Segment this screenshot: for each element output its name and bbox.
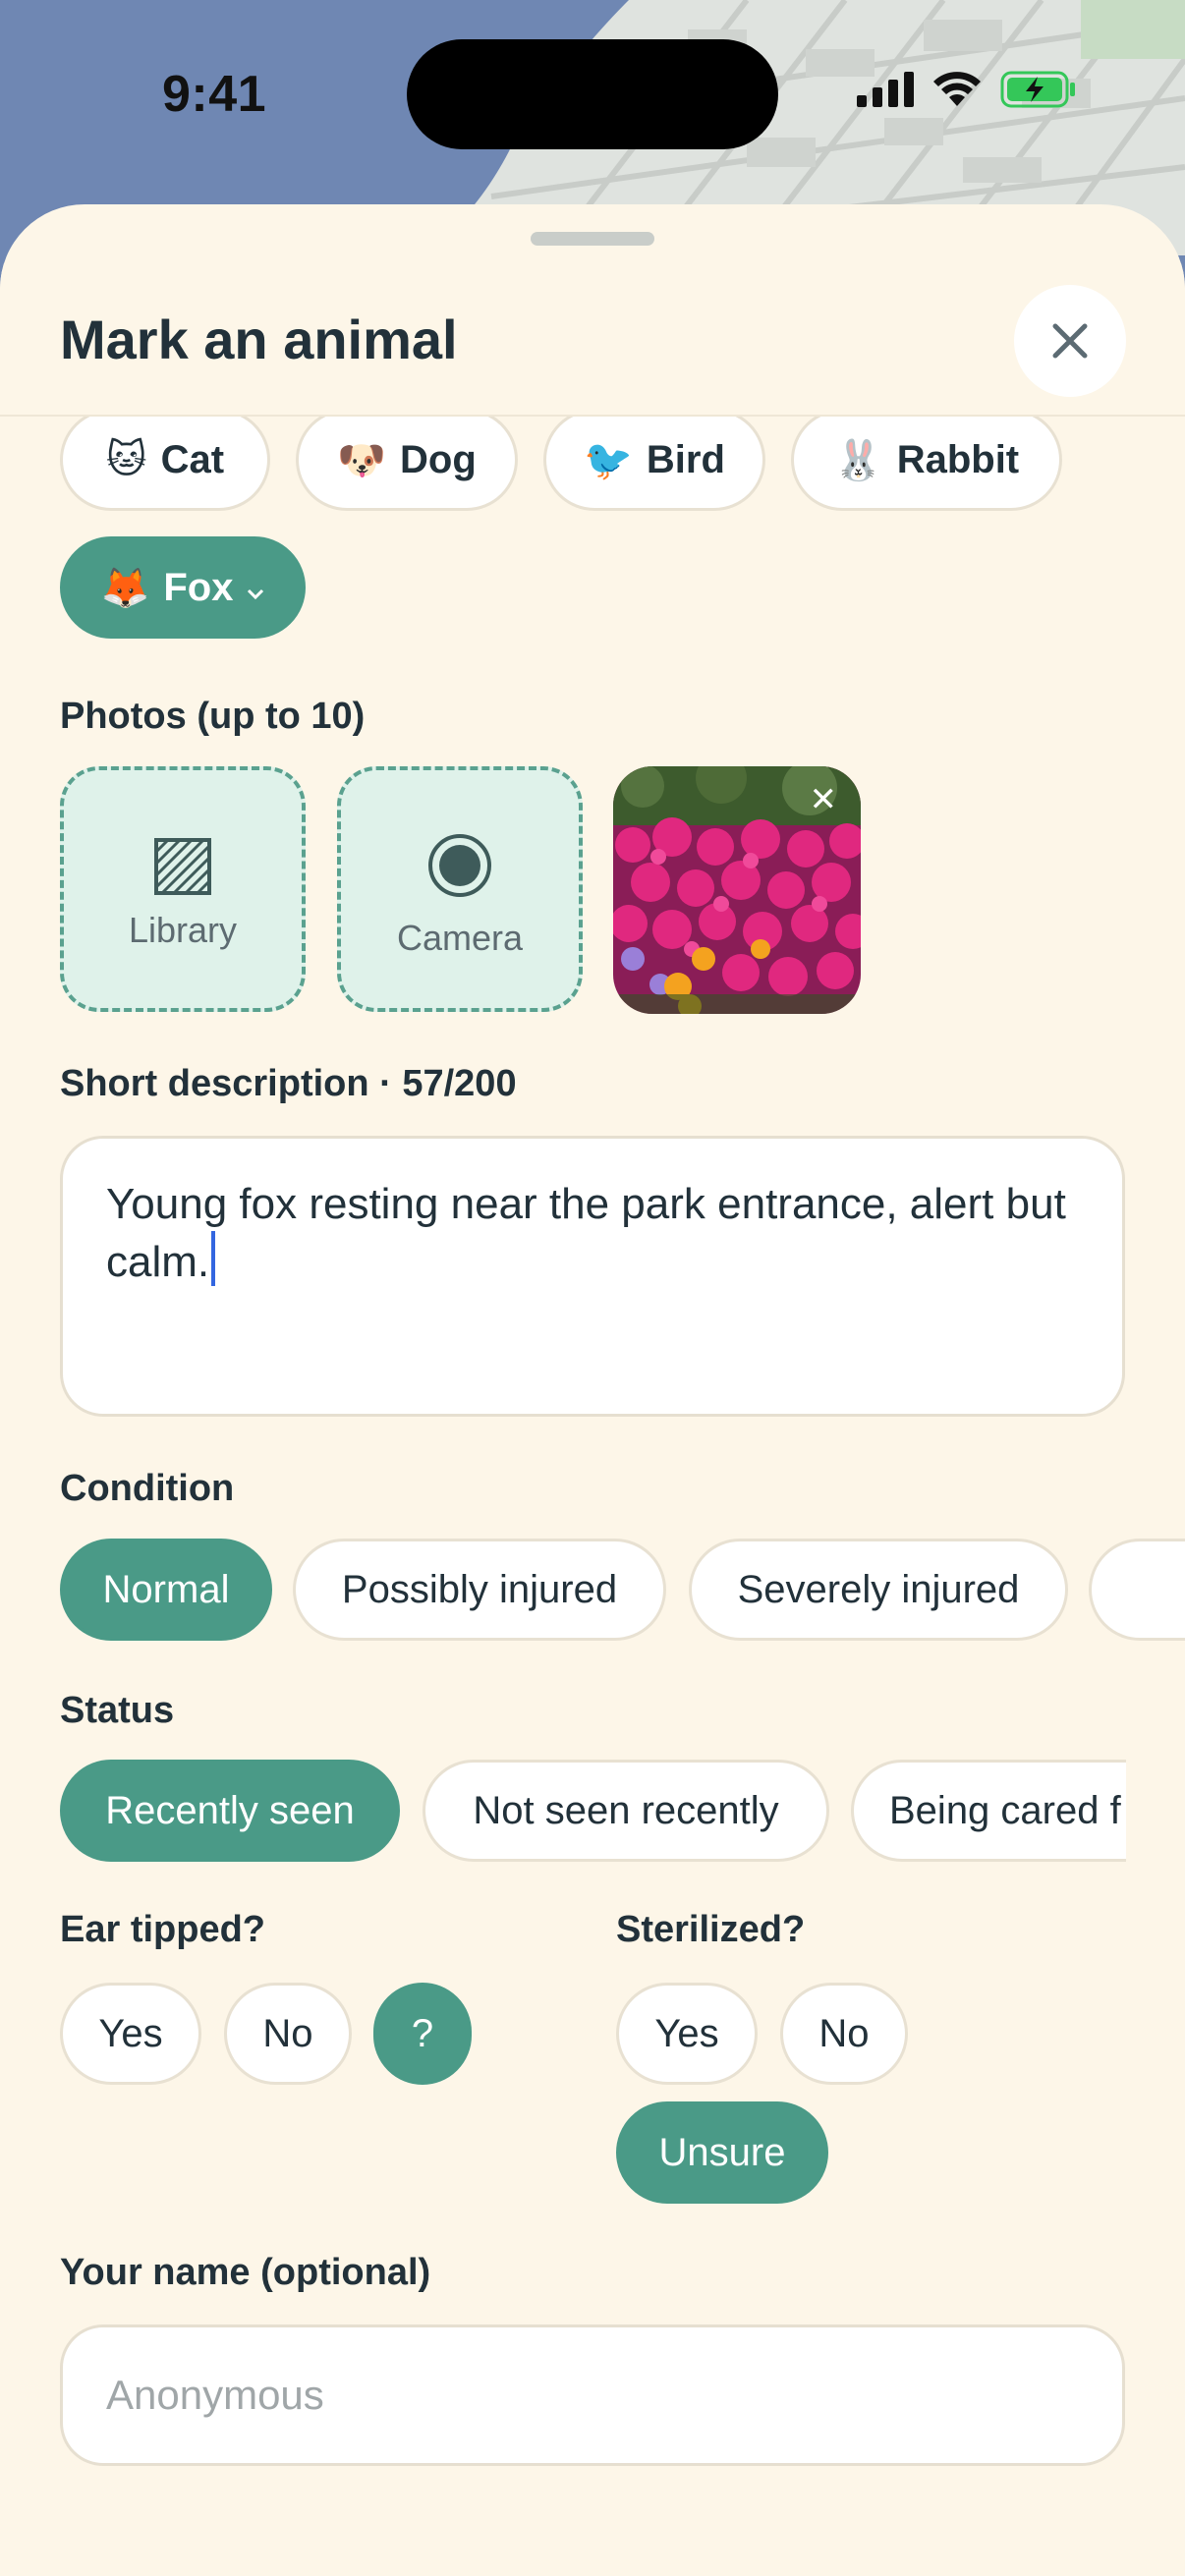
sterilized-label: Sterilized? bbox=[616, 1909, 806, 1950]
cat-icon: 🐱 bbox=[105, 437, 147, 482]
status-row-clip bbox=[1126, 1747, 1185, 1884]
description-label: Short description · 57/200 bbox=[60, 1063, 517, 1104]
photo-library-icon bbox=[154, 838, 211, 895]
ear-tipped-no[interactable]: No bbox=[224, 1983, 352, 2085]
close-button[interactable] bbox=[1014, 285, 1126, 397]
page-title: Mark an animal bbox=[60, 308, 458, 370]
animal-chip-label: Cat bbox=[160, 437, 225, 481]
sheet-grabber[interactable] bbox=[531, 232, 654, 246]
status-time: 9:41 bbox=[162, 66, 267, 123]
status-bar: 9:41 bbox=[0, 0, 1185, 196]
photos-label: Photos (up to 10) bbox=[60, 696, 366, 737]
status-option-recently-seen[interactable]: Recently seen bbox=[60, 1760, 400, 1862]
camera-label: Camera bbox=[396, 918, 524, 958]
ear-tipped-label: Ear tipped? bbox=[60, 1909, 266, 1950]
name-input[interactable]: Anonymous bbox=[60, 2324, 1125, 2466]
camera-button[interactable]: Camera bbox=[337, 766, 583, 1012]
condition-option-normal[interactable]: Normal bbox=[60, 1539, 272, 1641]
status-option-not-seen-recently[interactable]: Not seen recently bbox=[423, 1760, 829, 1862]
battery-charging-icon bbox=[1000, 71, 1075, 108]
wifi-icon bbox=[933, 72, 981, 106]
bird-icon: 🐦 bbox=[584, 437, 633, 483]
sterilized-unsure[interactable]: Unsure bbox=[616, 2101, 828, 2204]
animal-chip-dog[interactable]: 🐶 Dog bbox=[296, 409, 518, 511]
sheet-header: Mark an animal bbox=[0, 263, 1185, 417]
description-textarea[interactable]: Young fox resting near the park entrance… bbox=[60, 1136, 1125, 1417]
library-label: Library bbox=[128, 910, 238, 950]
description-text: Young fox resting near the park entrance… bbox=[106, 1180, 1066, 1286]
animal-chip-label: Bird bbox=[646, 437, 725, 481]
rabbit-icon: 🐰 bbox=[833, 437, 883, 483]
animal-chip-cat[interactable]: 🐱 Cat bbox=[60, 409, 270, 511]
animal-chip-label: Dog bbox=[400, 437, 477, 481]
remove-photo-icon[interactable]: ✕ bbox=[810, 780, 838, 819]
photo-thumbnail[interactable]: ✕ bbox=[613, 766, 861, 1014]
mark-animal-sheet: 🐱 Cat 🐶 Dog 🐦 Bird 🐰 Rabbit 🦊 Fox Photos… bbox=[0, 204, 1185, 2576]
chevron-down-icon bbox=[248, 588, 264, 600]
animal-chip-fox[interactable]: 🦊 Fox bbox=[60, 536, 306, 639]
text-caret bbox=[211, 1231, 216, 1286]
dog-icon: 🐶 bbox=[337, 437, 387, 483]
animal-chip-label: Fox bbox=[163, 565, 234, 609]
library-button[interactable]: Library bbox=[60, 766, 306, 1012]
cellular-signal-icon bbox=[857, 72, 914, 107]
name-placeholder: Anonymous bbox=[106, 2372, 324, 2418]
condition-option-possibly-injured[interactable]: Possibly injured bbox=[293, 1539, 666, 1641]
condition-option-severely-injured[interactable]: Severely injured bbox=[689, 1539, 1068, 1641]
condition-option-more[interactable] bbox=[1089, 1539, 1185, 1641]
close-icon bbox=[1052, 323, 1088, 359]
sterilized-no[interactable]: No bbox=[780, 1983, 908, 2085]
sterilized-yes[interactable]: Yes bbox=[616, 1983, 758, 2085]
ear-tipped-unknown[interactable]: ? bbox=[373, 1983, 472, 2085]
ear-tipped-yes[interactable]: Yes bbox=[60, 1983, 201, 2085]
status-icons bbox=[857, 71, 1077, 108]
animal-chip-rabbit[interactable]: 🐰 Rabbit bbox=[791, 409, 1062, 511]
fox-icon: 🦊 bbox=[100, 565, 150, 611]
animal-chip-bird[interactable]: 🐦 Bird bbox=[543, 409, 765, 511]
name-label: Your name (optional) bbox=[60, 2252, 431, 2293]
dynamic-island bbox=[407, 39, 778, 149]
status-label: Status bbox=[60, 1690, 175, 1731]
animal-chip-label: Rabbit bbox=[896, 437, 1020, 481]
camera-icon bbox=[428, 834, 491, 897]
condition-label: Condition bbox=[60, 1468, 235, 1509]
